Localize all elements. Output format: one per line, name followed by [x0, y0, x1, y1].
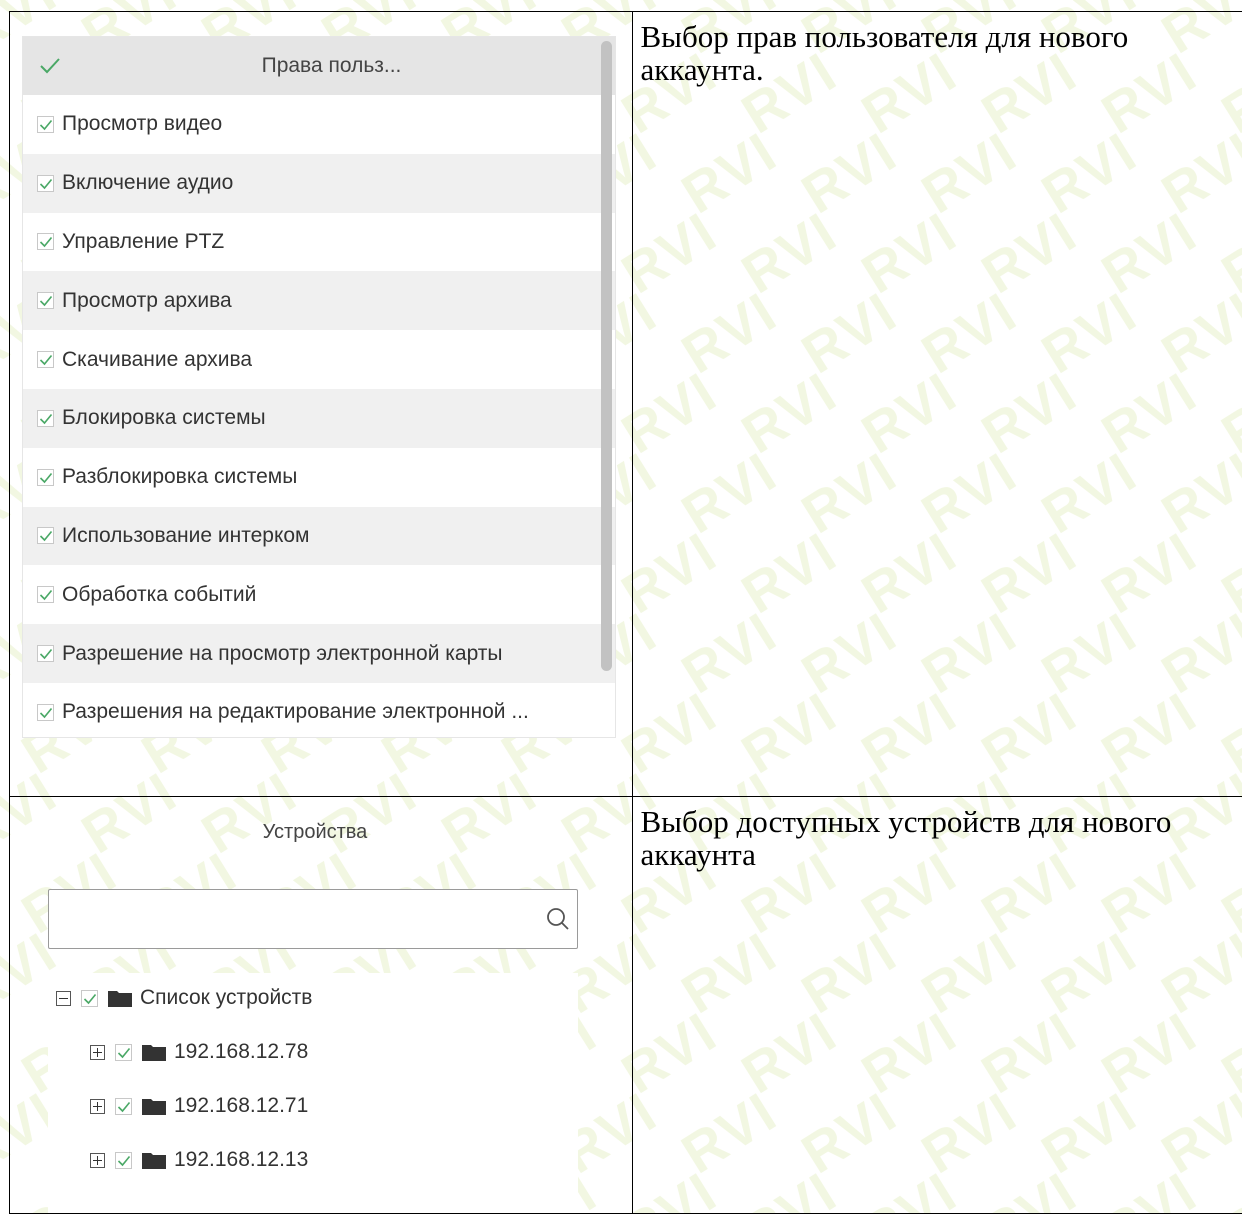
right-item[interactable]: Просмотр архива [23, 271, 615, 330]
rights-cell: Права польз... Просмотр видео Включение а… [10, 12, 633, 797]
right-item[interactable]: Использование интерком [23, 507, 615, 566]
device-tree: Список устройств 192.168.12.78 192.168.12… [48, 973, 578, 1213]
search-icon[interactable] [545, 906, 571, 937]
tree-device-node[interactable]: 192.168.12.13 [90, 1145, 308, 1175]
check-icon [83, 992, 97, 1006]
right-item[interactable]: Управление PTZ [23, 213, 615, 272]
devices-cell: Устройства Список устройств 192.168.12.7… [10, 797, 633, 1214]
folder-icon [142, 1151, 166, 1169]
user-rights-panel: Права польз... Просмотр видео Включение а… [22, 36, 616, 738]
check-icon [39, 412, 53, 426]
device-label: 192.168.12.78 [174, 1040, 308, 1064]
right-checkbox[interactable] [37, 292, 54, 309]
devices-title: Устройства [10, 821, 620, 844]
devices-description: Выбор доступных устройств для нового акк… [633, 797, 1242, 871]
rights-scrollbar[interactable] [601, 41, 612, 671]
right-checkbox[interactable] [37, 233, 54, 250]
rights-header: Права польз... [23, 37, 615, 95]
right-checkbox[interactable] [37, 175, 54, 192]
rights-description: Выбор прав пользователя для нового аккау… [633, 12, 1242, 86]
folder-icon [142, 1043, 166, 1061]
tree-device-node[interactable]: 192.168.12.78 [90, 1037, 308, 1067]
right-label: Блокировка системы [62, 406, 266, 430]
right-checkbox[interactable] [37, 351, 54, 368]
right-label: Включение аудио [62, 171, 233, 195]
right-item[interactable]: Блокировка системы [23, 389, 615, 448]
check-icon [39, 56, 61, 76]
check-icon [39, 471, 53, 485]
right-item[interactable]: Разрешение на просмотр электронной карты [23, 624, 615, 683]
check-icon [39, 529, 53, 543]
device-checkbox[interactable] [115, 1152, 132, 1169]
right-label: Скачивание архива [62, 348, 252, 372]
right-checkbox[interactable] [37, 469, 54, 486]
check-icon [39, 177, 53, 191]
tree-root-node[interactable]: Список устройств [56, 983, 312, 1013]
device-search-box [48, 889, 578, 949]
device-search-input[interactable] [49, 890, 531, 948]
check-icon [39, 235, 53, 249]
expand-icon[interactable] [90, 1099, 105, 1114]
check-icon [39, 647, 53, 661]
right-label: Управление PTZ [62, 230, 224, 254]
right-label: Просмотр архива [62, 289, 232, 313]
right-checkbox[interactable] [37, 704, 54, 721]
expand-icon[interactable] [90, 1045, 105, 1060]
tree-device-node[interactable]: 192.168.12.71 [90, 1091, 308, 1121]
document-table: Права польз... Просмотр видео Включение а… [9, 11, 1242, 1214]
right-item[interactable]: Просмотр видео [23, 95, 615, 154]
device-checkbox[interactable] [115, 1044, 132, 1061]
devices-description-cell: Выбор доступных устройств для нового акк… [632, 797, 1242, 1214]
right-checkbox[interactable] [37, 410, 54, 427]
expand-icon[interactable] [90, 1153, 105, 1168]
check-icon [117, 1046, 131, 1060]
folder-icon [108, 989, 132, 1007]
check-icon [39, 706, 53, 720]
right-item[interactable]: Обработка событий [23, 565, 615, 624]
select-all-checkbox[interactable] [39, 56, 59, 76]
right-label: Обработка событий [62, 583, 256, 607]
right-label: Разблокировка системы [62, 465, 297, 489]
device-label: 192.168.12.13 [174, 1148, 308, 1172]
right-checkbox[interactable] [37, 586, 54, 603]
folder-icon [142, 1097, 166, 1115]
check-icon [39, 294, 53, 308]
check-icon [39, 588, 53, 602]
check-icon [117, 1154, 131, 1168]
right-item[interactable]: Включение аудио [23, 154, 615, 213]
rights-list: Просмотр видео Включение аудио Управление … [23, 95, 615, 738]
right-checkbox[interactable] [37, 116, 54, 133]
right-label: Разрешение на просмотр электронной карты [62, 642, 503, 666]
right-label: Просмотр видео [62, 112, 222, 136]
rights-header-title: Права польз... [23, 54, 615, 78]
right-checkbox[interactable] [37, 527, 54, 544]
right-label: Разрешения на редактирование электронной… [62, 700, 529, 724]
rights-description-cell: Выбор прав пользователя для нового аккау… [632, 12, 1242, 797]
check-icon [39, 353, 53, 367]
right-item[interactable]: Скачивание архива [23, 330, 615, 389]
device-checkbox[interactable] [115, 1098, 132, 1115]
right-checkbox[interactable] [37, 645, 54, 662]
device-label: 192.168.12.71 [174, 1094, 308, 1118]
tree-root-checkbox[interactable] [81, 990, 98, 1007]
tree-root-label: Список устройств [140, 986, 312, 1010]
right-item[interactable]: Разблокировка системы [23, 448, 615, 507]
right-item[interactable]: Разрешения на редактирование электронной… [23, 683, 615, 738]
check-icon [117, 1100, 131, 1114]
collapse-icon[interactable] [56, 991, 71, 1006]
check-icon [39, 118, 53, 132]
right-label: Использование интерком [62, 524, 310, 548]
